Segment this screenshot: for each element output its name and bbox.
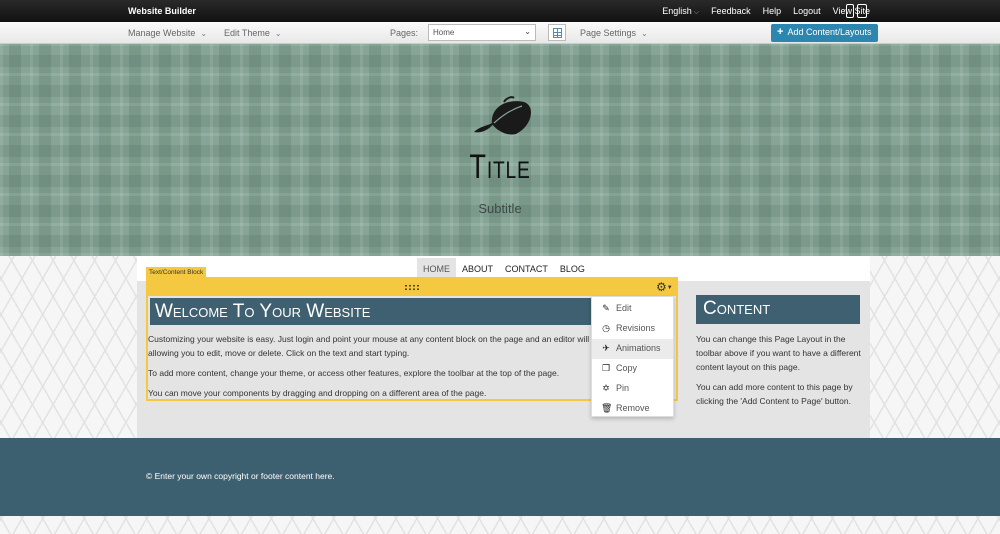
plane-icon: ✈ [602, 343, 610, 353]
site-menu: HOME ABOUT CONTACT BLOG [417, 258, 591, 279]
caret-down-icon: ▼ [666, 284, 673, 291]
gear-icon: ⚙ [656, 280, 667, 294]
site-title[interactable]: Title [100, 148, 900, 187]
copy-icon: ❐ [601, 363, 611, 373]
chevron-down-icon: ⌄ [641, 29, 648, 38]
footer-copyright[interactable]: © Enter your own copyright or footer con… [146, 471, 335, 481]
logout-link[interactable]: Logout [793, 6, 821, 17]
menu-item-label: Animations [616, 343, 661, 353]
top-nav: English ⌵ Feedback Help Logout View Site [662, 6, 870, 17]
welcome-paragraph: Customizing your website is easy. Just l… [148, 334, 618, 358]
plus-icon: + [777, 26, 784, 38]
welcome-paragraph: You can move your components by dragging… [148, 388, 487, 398]
mobile-preview-icon[interactable] [846, 4, 854, 18]
sidebar-paragraph: You can add more content to this page by… [696, 382, 853, 406]
edit-theme-label: Edit Theme [224, 28, 270, 38]
pages-select-value: Home [433, 28, 455, 37]
menu-item-copy[interactable]: ❐ Copy [592, 359, 673, 379]
chevron-down-icon: ⌄ [524, 27, 531, 36]
device-preview [846, 4, 867, 18]
page-settings-menu[interactable]: Page Settings ⌄ [580, 28, 648, 38]
sidebar-paragraph: You can change this Page Layout in the t… [696, 334, 861, 372]
menu-item-label: Edit [616, 303, 632, 313]
sidebar-heading[interactable]: Content [696, 295, 860, 324]
trash-icon: 🗑 [601, 403, 613, 413]
menu-item-label: Remove [616, 403, 650, 413]
chevron-down-icon: ⌄ [274, 29, 282, 38]
drag-handle-icon[interactable] [404, 284, 420, 291]
pages-label: Pages: [390, 28, 419, 38]
menu-item-revisions[interactable]: ◷ Revisions [592, 319, 673, 339]
page-settings-label: Page Settings [580, 28, 637, 38]
site-subtitle[interactable]: Subtitle [0, 201, 1000, 216]
brand-label: Website Builder [128, 6, 196, 16]
menu-item-home[interactable]: HOME [417, 258, 456, 279]
page-layout-button[interactable] [548, 24, 566, 41]
block-settings-menu: ✎ Edit ◷ Revisions ✈ Animations ❐ Copy ✡ Pin … [591, 296, 674, 417]
chevron-down-icon: ⌵ [693, 9, 700, 16]
manage-website-menu[interactable]: Manage Website ⌄ [128, 28, 207, 38]
menu-item-animations[interactable]: ✈ Animations [592, 339, 673, 359]
block-settings-button[interactable]: ⚙▼ [656, 280, 673, 294]
menu-item-label: Pin [616, 383, 630, 393]
leaf-logo-icon [474, 96, 531, 135]
editor-toolbar: Manage Website ⌄ Edit Theme ⌄ Pages: Home … [0, 22, 1000, 44]
menu-item-label: Revisions [616, 323, 656, 333]
edit-theme-menu[interactable]: Edit Theme ⌄ [224, 28, 282, 38]
menu-item-pin[interactable]: ✡ Pin [592, 379, 673, 399]
pages-select[interactable]: Home ⌄ [428, 24, 536, 41]
menu-item-about[interactable]: ABOUT [456, 258, 499, 279]
language-label: English [662, 6, 692, 16]
content-block-toolbar[interactable]: ⚙▼ [148, 279, 676, 296]
top-bar: Website Builder English ⌵ Feedback Help L… [0, 0, 1000, 22]
menu-item-edit[interactable]: ✎ Edit [592, 299, 673, 319]
welcome-body[interactable]: Customizing your website is easy. Just l… [148, 332, 618, 406]
site-footer: © Enter your own copyright or footer con… [0, 438, 1000, 516]
content-block-tag: Text/Content Block [146, 267, 207, 278]
feedback-link[interactable]: Feedback [711, 6, 751, 17]
chevron-down-icon: ⌄ [200, 29, 208, 38]
pin-icon: ✡ [602, 383, 610, 393]
sidebar-body[interactable]: You can change this Page Layout in the t… [696, 332, 866, 414]
add-content-button[interactable]: + Add Content/Layouts [771, 24, 878, 42]
edit-icon: ✎ [602, 303, 610, 313]
menu-item-blog[interactable]: BLOG [554, 258, 591, 279]
layout-grid-icon [553, 28, 562, 38]
welcome-paragraph: To add more content, change your theme, … [148, 368, 560, 378]
manage-website-label: Manage Website [128, 28, 196, 38]
help-link[interactable]: Help [763, 6, 782, 17]
menu-item-label: Copy [616, 363, 638, 373]
clock-icon: ◷ [602, 323, 610, 333]
menu-item-contact[interactable]: CONTACT [499, 258, 554, 279]
language-selector[interactable]: English ⌵ [662, 6, 699, 17]
page-background-bottom [0, 516, 1000, 534]
tablet-preview-icon[interactable] [857, 4, 867, 18]
menu-item-remove[interactable]: 🗑 Remove [592, 399, 673, 419]
add-content-label: Add Content/Layouts [787, 27, 872, 37]
